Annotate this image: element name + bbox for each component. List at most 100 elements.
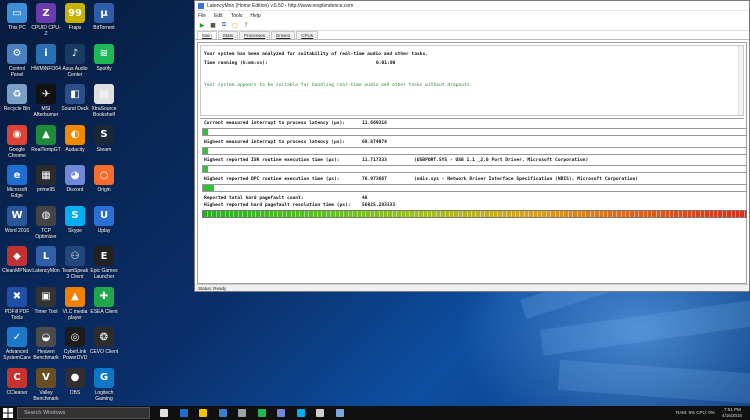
desktop-shortcut-label: Timer Tool bbox=[34, 308, 58, 315]
copy-icon[interactable]: ⧉ bbox=[220, 21, 228, 29]
isr-driver: (USBPORT.SYS - USB 1.1 _2.0 Port Driver,… bbox=[414, 158, 589, 163]
tab-drivers[interactable]: Drivers bbox=[271, 31, 296, 39]
task-view-icon[interactable] bbox=[160, 409, 168, 417]
start-button[interactable] bbox=[3, 408, 13, 418]
desktop-shortcut[interactable]: ✈ MSI Afterburner bbox=[31, 84, 61, 122]
desktop-shortcut[interactable]: ▤ XtraSource Bookshelf bbox=[89, 84, 119, 122]
desktop-shortcut[interactable]: ● OBS bbox=[60, 367, 90, 406]
menu-file[interactable]: File bbox=[198, 13, 206, 19]
search-placeholder: Search Windows bbox=[24, 410, 66, 416]
steam-taskbar-icon[interactable] bbox=[238, 409, 246, 417]
window-titlebar[interactable]: LatencyMon (Home Edition) v.6.50 - http:… bbox=[195, 1, 749, 11]
desktop-shortcut[interactable]: ▲ VLC media player bbox=[60, 286, 90, 325]
desktop-shortcut-label: Heaven Benchmark bbox=[33, 349, 59, 361]
stop-monitor-icon[interactable]: ■ bbox=[209, 21, 217, 29]
desktop-shortcut[interactable]: S Steam bbox=[89, 124, 119, 163]
heaven-icon: ◒ bbox=[36, 327, 56, 347]
save-icon[interactable]: ▢ bbox=[231, 21, 239, 29]
desktop-shortcut[interactable]: ▭ This PC bbox=[2, 3, 32, 41]
desktop-shortcut[interactable]: C CCleaner bbox=[2, 367, 32, 406]
tab-main[interactable]: Main bbox=[197, 31, 217, 39]
desktop-shortcut[interactable]: V Valley Benchmark bbox=[31, 367, 61, 406]
cleanmp-icon: ◆ bbox=[7, 246, 27, 266]
tcp-optimizer-icon: ◍ bbox=[36, 205, 56, 226]
desktop-shortcut[interactable]: ▣ Timer Tool bbox=[31, 286, 61, 325]
desktop-shortcut[interactable]: U Uplay bbox=[89, 205, 119, 244]
desktop-shortcut[interactable]: ✖ PDFill PDF Tools bbox=[2, 286, 32, 325]
desktop-shortcut[interactable]: G Logitech Gaming bbox=[89, 367, 119, 406]
desktop-shortcut[interactable]: ◎ CyberLink PowerDVD 15 bbox=[60, 327, 90, 365]
desktop-shortcut[interactable]: L LatencyMon bbox=[31, 246, 61, 284]
desktop-shortcut[interactable]: e Microsoft Edge bbox=[2, 165, 32, 203]
desktop-shortcut[interactable]: ≋ Spotify bbox=[89, 43, 119, 82]
desktop-shortcut-label: Audacity bbox=[65, 146, 85, 153]
desktop-shortcut[interactable]: Z CPUID CPU-Z bbox=[31, 3, 61, 41]
desktop-shortcut[interactable]: E Epic Games Launcher bbox=[89, 246, 119, 284]
latencymon-taskbar-icon[interactable] bbox=[335, 409, 344, 417]
word-icon: W bbox=[7, 205, 27, 226]
timer-tool-icon: ▣ bbox=[36, 286, 56, 307]
desktop-shortcut[interactable]: ▲ RealTempGT bbox=[31, 124, 61, 163]
desktop-shortcut[interactable]: µ BitTorrent bbox=[89, 3, 119, 41]
logitech-icon: G bbox=[94, 367, 114, 388]
desktop-shortcut[interactable]: S Skype bbox=[60, 205, 90, 244]
desktop-shortcut[interactable]: ◕ Discord bbox=[60, 165, 90, 203]
realtemp-icon: ▲ bbox=[36, 124, 56, 145]
desktop-shortcut[interactable]: ✚ ESEA Client bbox=[89, 286, 119, 325]
explorer-taskbar-icon[interactable] bbox=[199, 409, 207, 417]
desktop-shortcut-label: Skype bbox=[68, 227, 82, 234]
desktop-shortcut[interactable]: ◉ Google Chrome bbox=[2, 124, 32, 163]
summary-scrollbar[interactable] bbox=[738, 46, 743, 115]
pagefault-count-value: 48 bbox=[362, 196, 368, 201]
store-taskbar-icon[interactable] bbox=[218, 409, 227, 417]
start-monitor-icon[interactable]: ▶ bbox=[198, 21, 206, 29]
desktop-shortcut-label: Control Panel bbox=[8, 65, 26, 78]
tab-cpus[interactable]: CPUs bbox=[296, 31, 319, 39]
desktop-shortcut[interactable]: ♻ Recycle Bin bbox=[2, 84, 32, 122]
taskbar-search-box[interactable]: Search Windows bbox=[17, 407, 150, 419]
desktop-shortcut[interactable]: ⚙ Control Panel bbox=[2, 43, 32, 82]
desktop-shortcut[interactable]: ♪ Asus Audio Center bbox=[60, 43, 90, 82]
desktop-shortcut[interactable]: ⚇ TeamSpeak 3 Client bbox=[60, 246, 90, 284]
latencymon-app-icon bbox=[198, 2, 204, 9]
desktop-shortcut[interactable]: ✓ Advanced SystemCare 9 bbox=[2, 327, 32, 365]
desktop-shortcut[interactable]: 99 Fraps bbox=[60, 3, 90, 41]
systemcare-icon: ✓ bbox=[7, 327, 27, 347]
desktop-shortcut[interactable]: ◧ Sound Deck bbox=[60, 84, 90, 122]
menu-help[interactable]: Help bbox=[250, 13, 260, 19]
desktop-shortcut[interactable]: i HWMiNFO64 bbox=[31, 43, 61, 82]
desktop-shortcut[interactable]: ❂ CEVO Client bbox=[89, 327, 119, 365]
menu-edit[interactable]: Edit bbox=[214, 13, 223, 19]
desktop-shortcut[interactable]: ○ Origin bbox=[89, 165, 119, 203]
edge-icon: e bbox=[7, 165, 27, 185]
skype-taskbar-icon[interactable] bbox=[296, 409, 305, 417]
pagefault-time-value: 56825.283333 bbox=[362, 203, 396, 208]
settings-taskbar-icon[interactable] bbox=[316, 409, 324, 417]
discord-taskbar-icon[interactable] bbox=[277, 409, 285, 417]
sound-deck-icon: ◧ bbox=[65, 84, 85, 104]
dpc-fill bbox=[203, 185, 214, 191]
tab-processes[interactable]: Processes bbox=[239, 31, 271, 39]
desktop-shortcut[interactable]: ◒ Heaven Benchmark bbox=[31, 327, 61, 365]
edge-taskbar-icon[interactable] bbox=[179, 409, 188, 417]
highest-latency-bar bbox=[202, 147, 747, 155]
fraps-icon: 99 bbox=[65, 3, 85, 23]
isr-bar bbox=[202, 165, 747, 173]
clock-time[interactable]: 7:51 PM bbox=[724, 407, 741, 412]
desktop-shortcut-label: CCleaner bbox=[6, 389, 28, 396]
tray-stats[interactable]: RAM: 9% CPU: 0% bbox=[676, 410, 715, 415]
pagefault-time-label: Highest reported hard pagefault resoluti… bbox=[204, 203, 351, 208]
desktop-shortcut[interactable]: ◐ Audacity bbox=[60, 124, 90, 163]
discord-icon: ◕ bbox=[65, 165, 85, 185]
menu-tools[interactable]: Tools bbox=[231, 13, 243, 19]
uplay-icon: U bbox=[94, 205, 114, 226]
desktop-shortcut[interactable]: W Word 2016 bbox=[2, 205, 32, 244]
desktop-shortcut[interactable]: ▦ prime95 bbox=[31, 165, 61, 203]
desktop-shortcut-label: PDFill PDF Tools bbox=[4, 308, 30, 321]
clock-date[interactable]: 4/16/2016 bbox=[722, 413, 742, 418]
tab-stats[interactable]: Stats bbox=[217, 31, 239, 39]
desktop-shortcut[interactable]: ◆ CleanMPNavigatorEX bbox=[2, 246, 32, 284]
spotify-taskbar-icon[interactable] bbox=[257, 409, 266, 417]
help-icon[interactable]: ? bbox=[242, 21, 250, 29]
desktop-shortcut[interactable]: ◍ TCP Optimizer bbox=[31, 205, 61, 244]
